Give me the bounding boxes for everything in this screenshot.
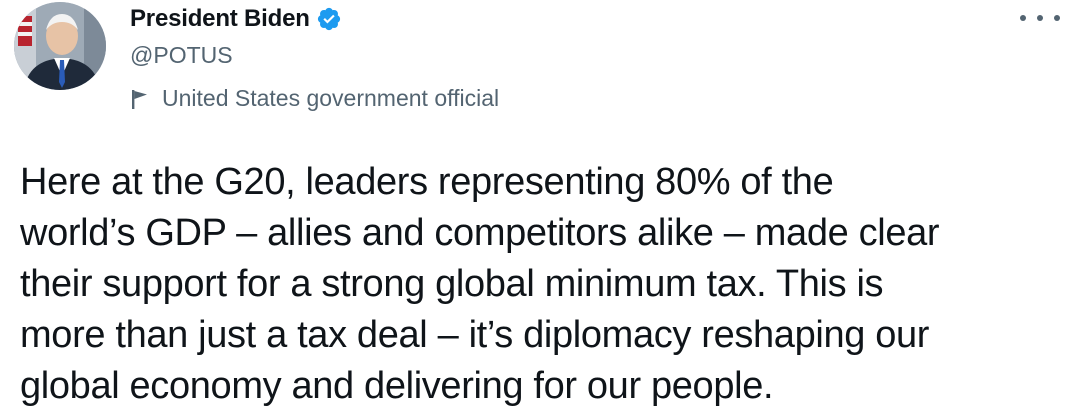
avatar[interactable] — [14, 2, 106, 90]
author-handle[interactable]: @POTUS — [130, 42, 233, 69]
affiliation-label: United States government official — [130, 85, 499, 112]
tweet-text: Here at the G20, leaders representing 80… — [20, 157, 1075, 412]
flag-icon — [130, 88, 150, 110]
more-horizontal-icon[interactable] — [1020, 8, 1060, 28]
tweet-text-line: global economy and delivering for our pe… — [20, 365, 774, 407]
tweet-text-line: their support for a strong global minimu… — [20, 263, 884, 305]
author-name-row[interactable]: President Biden — [130, 4, 342, 34]
portrait-image — [14, 2, 106, 90]
tweet-card: President Biden @POTUS United States gov… — [0, 0, 1080, 419]
verified-badge-icon — [316, 6, 342, 32]
display-name[interactable]: President Biden — [130, 5, 310, 33]
tweet-text-line: more than just a tax deal – it’s diploma… — [20, 314, 930, 356]
tweet-text-line: Here at the G20, leaders representing 80… — [20, 161, 834, 203]
tweet-text-line: world’s GDP – allies and competitors ali… — [20, 212, 940, 254]
affiliation-text: United States government official — [162, 85, 500, 111]
